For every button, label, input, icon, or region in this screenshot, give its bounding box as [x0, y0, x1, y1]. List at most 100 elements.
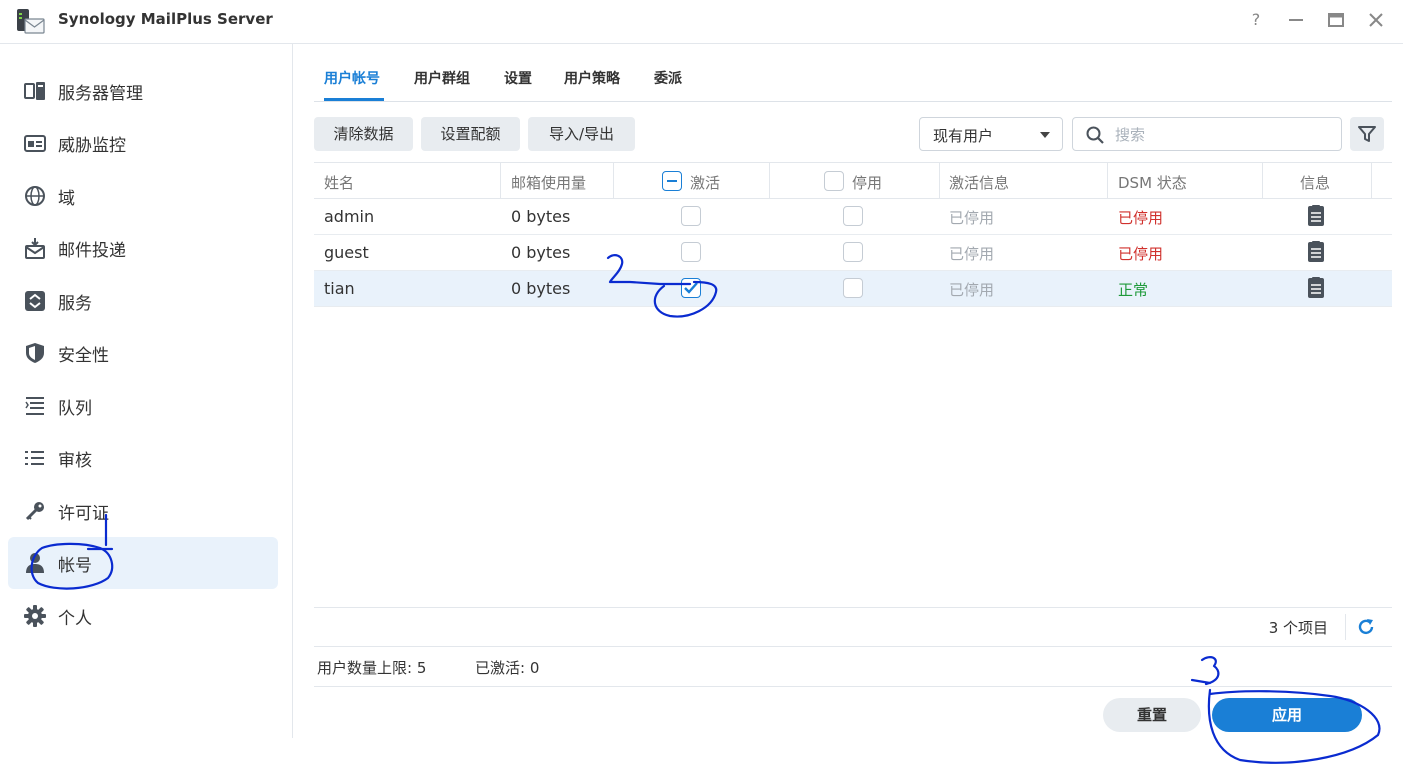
table-row[interactable]: admin 0 bytes 已停用 已停用: [314, 199, 1392, 235]
import-export-button[interactable]: 导入/导出: [528, 117, 635, 151]
column-divider: [769, 163, 770, 199]
sidebar-item-label: 域: [58, 189, 75, 209]
queue-icon: [25, 397, 44, 415]
activate-checkbox[interactable]: [681, 206, 701, 226]
reset-button[interactable]: 重置: [1103, 698, 1201, 732]
sidebar-item-audit[interactable]: 审核: [8, 432, 278, 484]
table-header: 姓名 邮箱使用量 激活 停用 激活信息 DSM 状态 信息: [314, 162, 1392, 199]
help-icon[interactable]: ?: [1244, 8, 1268, 32]
sidebar-item-queue[interactable]: 队列: [8, 380, 278, 432]
user-filter-value: 现有用户: [933, 127, 994, 145]
sidebar-item-personal[interactable]: 个人: [8, 590, 278, 642]
sidebar: 服务器管理 威胁监控 域 邮件投递 服务 安全性 队列 审核 许可证 帐号 个人: [0, 44, 293, 738]
gear-icon: [24, 605, 46, 627]
set-quota-button[interactable]: 设置配额: [421, 117, 520, 151]
column-mailbox-usage[interactable]: 邮箱使用量: [511, 172, 586, 193]
document-icon[interactable]: [1307, 205, 1325, 227]
activation-info: 已停用: [949, 209, 995, 227]
apply-button[interactable]: 应用: [1212, 698, 1362, 732]
sidebar-item-domain[interactable]: 域: [8, 170, 278, 222]
search-box[interactable]: [1072, 117, 1342, 151]
user-name: tian: [324, 279, 355, 298]
main-panel: 用户帐号 用户群组 设置 用户策略 委派 清除数据 设置配额 导入/导出 现有用…: [294, 44, 1403, 767]
sidebar-item-label: 帐号: [58, 556, 92, 576]
activate-all-checkbox[interactable]: [662, 171, 682, 191]
column-info[interactable]: 信息: [1300, 172, 1330, 193]
dsm-status: 已停用: [1118, 245, 1164, 263]
table-row-selected[interactable]: tian 0 bytes 已停用 正常: [314, 271, 1392, 307]
sidebar-item-license[interactable]: 许可证: [8, 485, 278, 537]
column-name[interactable]: 姓名: [324, 172, 354, 193]
activated-count-text: 已激活: 0: [475, 659, 540, 677]
sidebar-item-server-management[interactable]: 服务器管理: [8, 65, 278, 117]
sidebar-item-label: 许可证: [58, 504, 109, 524]
activate-checkbox-checked[interactable]: [681, 278, 701, 298]
clear-data-button[interactable]: 清除数据: [314, 117, 413, 151]
list-icon: [25, 451, 44, 465]
search-input[interactable]: [1113, 123, 1337, 147]
sidebar-item-label: 邮件投递: [58, 241, 126, 261]
disable-checkbox[interactable]: [843, 278, 863, 298]
filter-button[interactable]: [1350, 117, 1384, 151]
title-bar: Synology MailPlus Server ?: [0, 0, 1403, 44]
window-title: Synology MailPlus Server: [58, 10, 273, 28]
sidebar-item-service[interactable]: 服务: [8, 275, 278, 327]
tab-user-accounts[interactable]: 用户帐号: [324, 68, 380, 88]
column-disable[interactable]: 停用: [852, 172, 882, 193]
dsm-status: 已停用: [1118, 209, 1164, 227]
sidebar-item-label: 服务: [58, 294, 92, 314]
column-divider: [939, 163, 940, 199]
key-icon: [25, 502, 44, 521]
disable-checkbox[interactable]: [843, 206, 863, 226]
globe-icon: [25, 186, 45, 206]
mailbox-usage: 0 bytes: [511, 279, 571, 298]
column-divider: [1262, 163, 1263, 199]
column-activate[interactable]: 激活: [690, 172, 720, 193]
close-icon[interactable]: [1364, 8, 1388, 32]
activate-checkbox[interactable]: [681, 242, 701, 262]
user-name: admin: [324, 207, 375, 226]
document-icon[interactable]: [1307, 277, 1325, 299]
shield-icon: [26, 343, 44, 363]
table-row[interactable]: guest 0 bytes 已停用 已停用: [314, 235, 1392, 271]
item-count: 3 个项目: [1268, 619, 1328, 637]
mailplus-app-icon: [17, 9, 45, 34]
sidebar-item-account[interactable]: 帐号: [8, 537, 278, 589]
minimize-icon[interactable]: [1284, 8, 1308, 32]
tab-delegation[interactable]: 委派: [654, 68, 682, 88]
caret-down-icon: [1040, 132, 1050, 138]
mailbox-usage: 0 bytes: [511, 243, 571, 262]
activation-info: 已停用: [949, 281, 995, 299]
column-activation-info[interactable]: 激活信息: [949, 172, 1009, 193]
user-limit-text: 用户数量上限: 5: [317, 659, 427, 677]
indeterminate-mark: [667, 180, 677, 182]
disable-all-checkbox[interactable]: [824, 171, 844, 191]
maximize-icon[interactable]: [1324, 8, 1348, 32]
sidebar-item-mail-delivery[interactable]: 邮件投递: [8, 222, 278, 274]
sidebar-item-threat-monitor[interactable]: 威胁监控: [8, 117, 278, 169]
column-divider: [1107, 163, 1108, 199]
checkmark-icon: [684, 282, 698, 294]
activation-info: 已停用: [949, 245, 995, 263]
sidebar-item-label: 队列: [58, 399, 92, 419]
tab-user-groups[interactable]: 用户群组: [414, 68, 470, 88]
column-divider: [613, 163, 614, 199]
document-icon[interactable]: [1307, 241, 1325, 263]
disable-checkbox[interactable]: [843, 242, 863, 262]
sidebar-item-security[interactable]: 安全性: [8, 327, 278, 379]
footer-divider: [1345, 614, 1346, 640]
column-dsm-status[interactable]: DSM 状态: [1118, 172, 1187, 193]
dsm-status: 正常: [1118, 281, 1149, 299]
user-name: guest: [324, 243, 369, 262]
mail-delivery-icon: [25, 238, 45, 259]
active-tab-indicator: [324, 98, 384, 101]
sidebar-item-label: 服务器管理: [58, 84, 143, 104]
search-icon: [1086, 126, 1104, 144]
tab-settings[interactable]: 设置: [504, 68, 532, 88]
column-divider: [1371, 163, 1372, 199]
tab-user-policy[interactable]: 用户策略: [564, 68, 620, 88]
user-filter-select[interactable]: 现有用户: [919, 117, 1063, 151]
mailbox-usage: 0 bytes: [511, 207, 571, 226]
refresh-icon[interactable]: [1356, 617, 1376, 637]
sidebar-item-label: 审核: [58, 451, 92, 471]
